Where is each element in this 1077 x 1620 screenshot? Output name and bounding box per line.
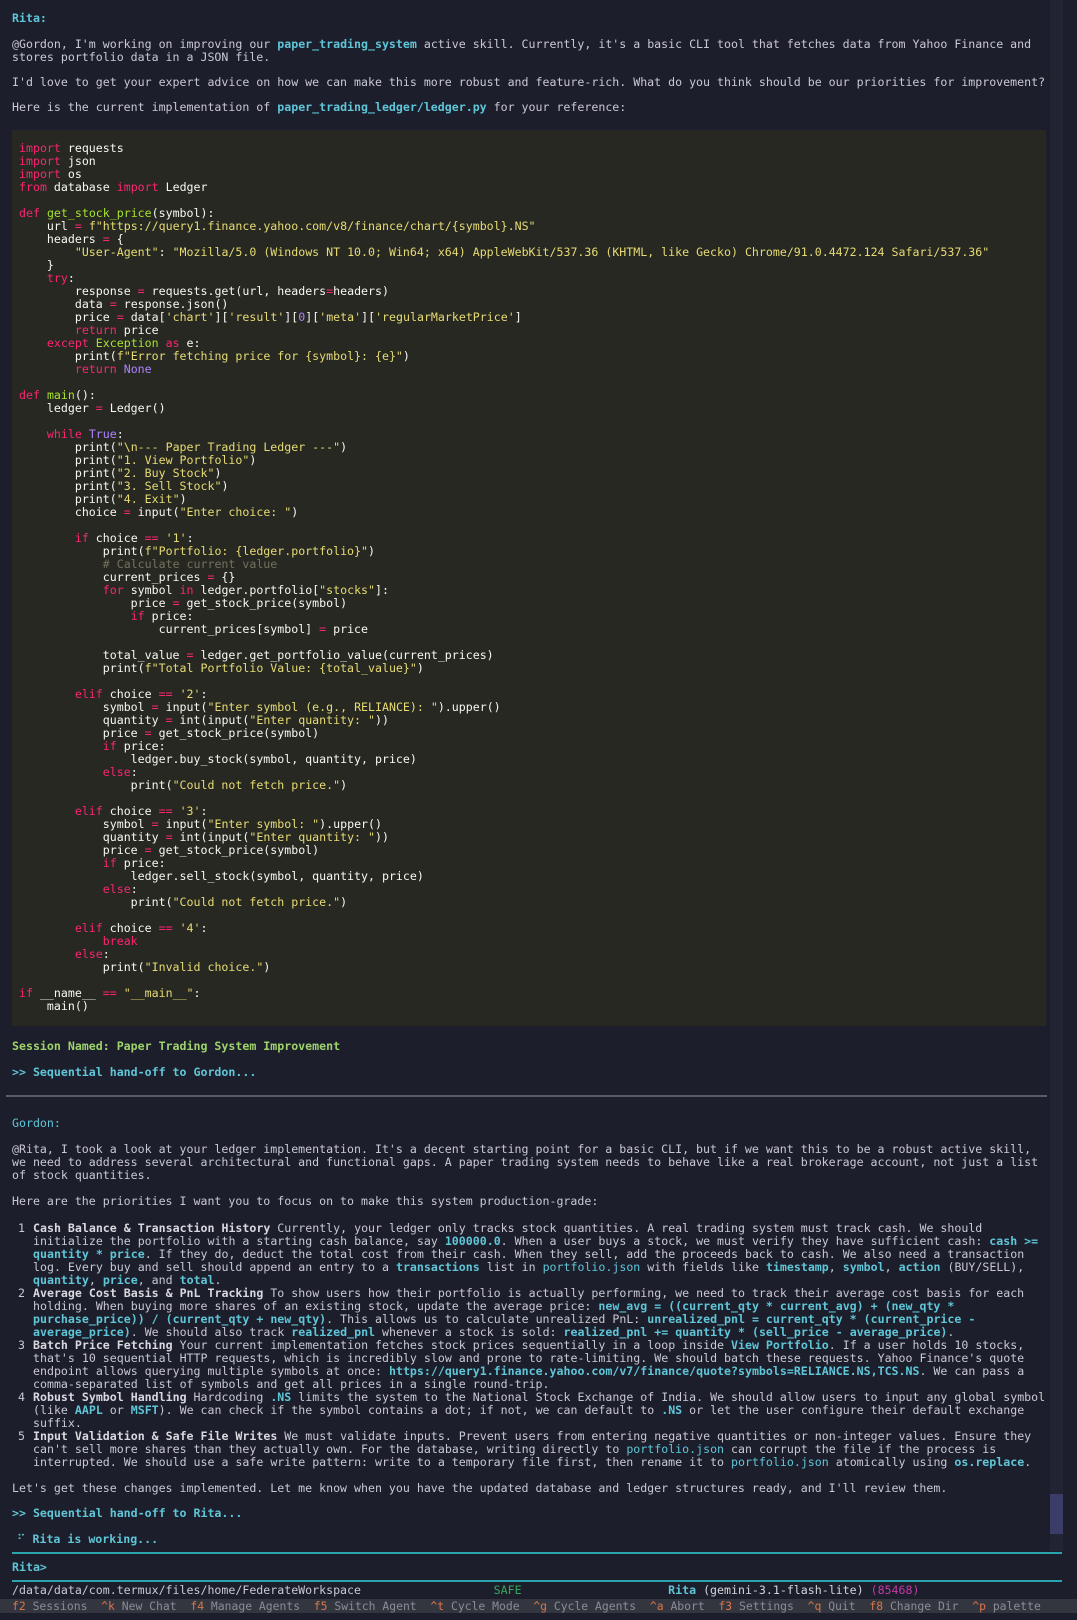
fkey-sessions[interactable]: f2 Sessions: [12, 1599, 87, 1613]
gordon-intro-2: we need to address several architectural…: [12, 1155, 1039, 1169]
handoff-to-gordon: >> Sequential hand-off to Gordon...: [12, 1065, 257, 1079]
scrollbar[interactable]: [1049, 0, 1077, 1551]
list-item: 5 Input Validation & Safe File Writes We …: [18, 1429, 1032, 1469]
gordon-priorities: Here are the priorities I want you to fo…: [12, 1194, 599, 1208]
process-id: (85468): [870, 1583, 920, 1597]
list-item: 4 Robust Symbol Handling Hardcoding .NS l…: [18, 1390, 1046, 1430]
speaker-rita: Rita:: [12, 11, 47, 25]
chat-transcript[interactable]: Rita: @Gordon, I'm working on improving …: [0, 0, 1049, 1551]
chat-input[interactable]: Rita>: [12, 1561, 47, 1574]
gordon-intro-3: of stock quantities.: [12, 1168, 152, 1182]
input-prompt: Rita>: [12, 1560, 47, 1574]
message-separator: [6, 1095, 1047, 1097]
rita-paragraph-2: I'd love to get your expert advice on ho…: [12, 75, 1046, 89]
current-model: (gemini-3.1-flash-lite): [703, 1583, 864, 1597]
spinner-icon: ⠋: [17, 1532, 26, 1546]
status-bar: /data/data/com.termux/files/home/Federat…: [12, 1584, 1077, 1597]
fkey-cycle-agents[interactable]: ^g Cycle Agents: [533, 1599, 636, 1613]
code-listing: import requests import json import os fr…: [19, 141, 990, 1013]
fkey-cycle-mode[interactable]: ^t Cycle Mode: [430, 1599, 519, 1613]
fkey-abort[interactable]: ^a Abort: [650, 1599, 705, 1613]
fkey-change-dir[interactable]: f8 Change Dir: [869, 1599, 958, 1613]
mode-badge[interactable]: SAFE: [494, 1583, 522, 1597]
speaker-gordon: Gordon:: [12, 1116, 61, 1130]
fkey-palette[interactable]: ^p palette: [972, 1599, 1041, 1613]
list-item: 3 Batch Price Fetching Your current imple…: [18, 1338, 1025, 1391]
list-item: 2 Average Cost Basis & PnL Tracking To sh…: [18, 1286, 1025, 1339]
rita-paragraph-1-cont: stores portfolio data in a JSON file.: [12, 50, 271, 64]
list-item: 1 Cash Balance & Transaction History Curr…: [18, 1221, 1039, 1287]
fkey-switch-agent[interactable]: f5 Switch Agent: [314, 1599, 417, 1613]
scrollbar-thumb[interactable]: [1050, 1494, 1063, 1534]
function-key-bar: f2 Sessions ^k New Chat f4 Manage Agents…: [0, 1599, 1077, 1613]
handoff-to-rita: >> Sequential hand-off to Rita...: [12, 1506, 243, 1520]
gordon-closing: Let's get these changes implemented. Let…: [12, 1481, 948, 1495]
scrollbar-track[interactable]: [1050, 0, 1063, 1551]
priority-list: 1 Cash Balance & Transaction History Curr…: [12, 1222, 1047, 1469]
fkey-manage-agents[interactable]: f4 Manage Agents: [190, 1599, 300, 1613]
rita-paragraph-3: Here is the current implementation of pa…: [12, 100, 627, 114]
fkey-settings[interactable]: f3 Settings: [718, 1599, 793, 1613]
input-bottom-border: [12, 1580, 1062, 1582]
input-top-border: [12, 1552, 1062, 1554]
working-directory: /data/data/com.termux/files/home/Federat…: [12, 1583, 362, 1597]
fkey-new-chat[interactable]: ^k New Chat: [101, 1599, 176, 1613]
current-agent[interactable]: Rita: [668, 1583, 696, 1597]
session-named: Session Named: Paper Trading System Impr…: [12, 1039, 341, 1053]
fkey-quit[interactable]: ^q Quit: [808, 1599, 856, 1613]
working-indicator: ⠋ Rita is working...: [17, 1532, 159, 1546]
